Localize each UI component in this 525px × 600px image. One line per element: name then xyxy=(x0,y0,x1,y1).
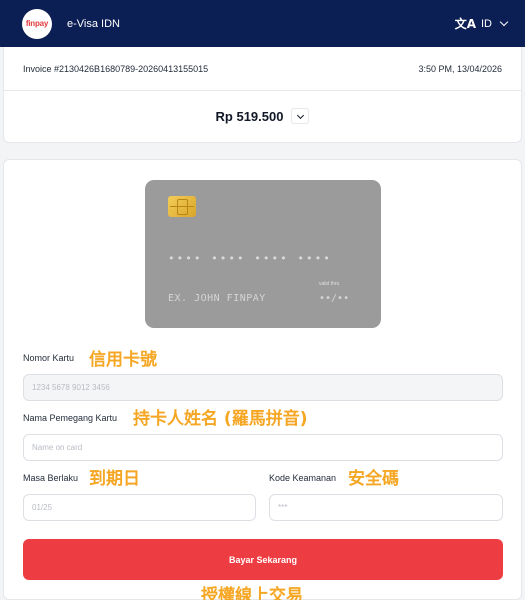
card-chip-icon xyxy=(168,196,196,217)
language-selector[interactable]: 文A ID xyxy=(454,15,509,32)
valid-thru-label: valid thru xyxy=(319,281,340,287)
card-payment-panel: •••• •••• •••• •••• EX. JOHN FINPAY vali… xyxy=(3,159,522,600)
app-title: e-Visa IDN xyxy=(67,17,120,30)
card-expiry-preview: ••/•• xyxy=(319,293,350,304)
amount-row: Rp 519.500 xyxy=(4,91,521,141)
total-amount: Rp 519.500 xyxy=(215,108,284,124)
translate-icon: 文A xyxy=(454,17,476,31)
card-number-preview: •••• •••• •••• •••• xyxy=(168,252,332,265)
language-code: ID xyxy=(481,17,492,30)
security-code-input[interactable] xyxy=(269,494,503,521)
finpay-logo: finpay xyxy=(22,8,52,39)
holder-name-label: Nama Pemegang Kartu xyxy=(23,413,118,423)
amount-details-toggle[interactable] xyxy=(291,108,310,124)
credit-card-preview: •••• •••• •••• •••• EX. JOHN FINPAY vali… xyxy=(145,180,381,328)
holder-name-annotation: 持卡人姓名 (羅馬拼音) xyxy=(133,409,308,429)
expiry-input[interactable] xyxy=(23,494,256,521)
expiry-annotation: 到期日 xyxy=(89,469,140,489)
holder-name-input[interactable] xyxy=(23,434,503,461)
card-number-input[interactable] xyxy=(23,374,503,401)
invoice-datetime: 3:50 PM, 13/04/2026 xyxy=(418,63,502,74)
payment-summary: Invoice #2130426B1680789-20260413155015 … xyxy=(3,47,522,143)
invoice-row: Invoice #2130426B1680789-20260413155015 … xyxy=(4,47,521,91)
card-number-label: Nomor Kartu xyxy=(23,353,75,363)
card-number-annotation: 信用卡號 xyxy=(89,350,157,370)
top-bar: finpay e-Visa IDN 文A ID xyxy=(0,0,525,47)
pay-annotation: 授權線上交易 xyxy=(201,586,303,600)
security-code-annotation: 安全碼 xyxy=(348,469,399,489)
chevron-down-icon xyxy=(499,17,509,27)
invoice-number: Invoice #2130426B1680789-20260413155015 xyxy=(23,63,209,74)
chevron-down-icon xyxy=(296,111,305,119)
expiry-label: Masa Berlaku xyxy=(23,473,79,483)
card-holder-preview: EX. JOHN FINPAY xyxy=(168,293,266,304)
security-code-label: Kode Keamanan xyxy=(269,473,337,483)
pay-now-button[interactable]: Bayar Sekarang xyxy=(23,539,503,580)
